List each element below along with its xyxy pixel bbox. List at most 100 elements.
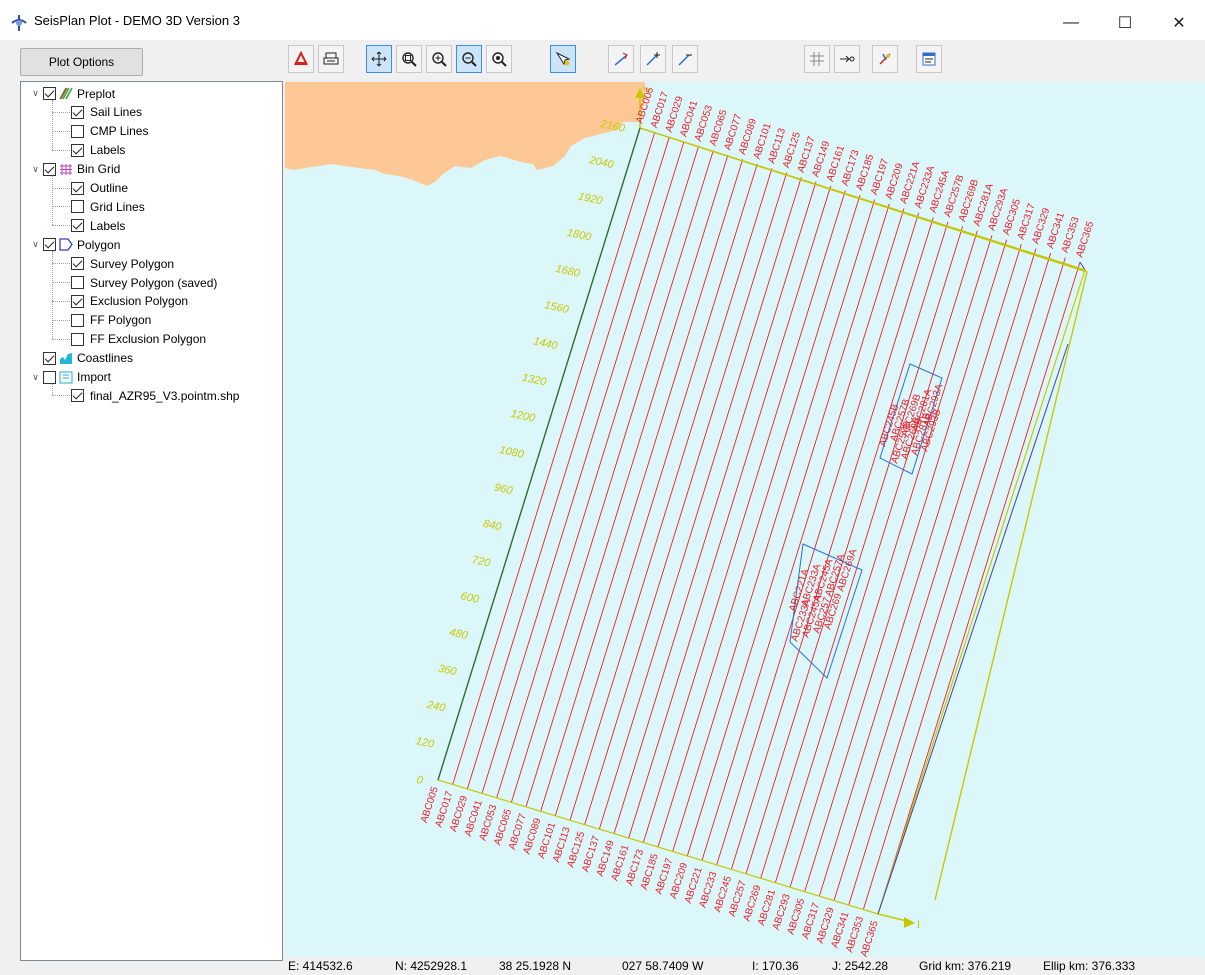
survey-plot[interactable]: JI01202403604806007208409601080120013201…: [285, 82, 1205, 957]
tree-node-ff-polygon[interactable]: FF Polygon: [71, 311, 151, 330]
sail-line[interactable]: [760, 226, 964, 879]
checkbox[interactable]: [43, 370, 56, 384]
tree-node-outline[interactable]: Outline: [71, 179, 128, 198]
tree-node-labels[interactable]: Labels: [71, 216, 125, 235]
tree-node-survey-polygon[interactable]: Survey Polygon: [71, 254, 174, 273]
close-button[interactable]: ✕: [1156, 8, 1202, 38]
pan-button[interactable]: [366, 45, 392, 73]
sail-line[interactable]: [540, 159, 744, 812]
grid-label: 960: [493, 482, 514, 498]
tree-node-exclusion-polygon[interactable]: Exclusion Polygon: [71, 292, 188, 311]
map-canvas[interactable]: J I 0 120 240 360 480 600 720 840 960 1080 1200 1320 1…: [285, 82, 1205, 957]
measure-button[interactable]: [872, 45, 898, 73]
export-pdf-button[interactable]: [288, 45, 314, 73]
status-j: J: 2542.28: [832, 959, 889, 973]
sail-line[interactable]: [584, 172, 788, 825]
sail-line[interactable]: [554, 163, 758, 816]
sail-line[interactable]: [848, 252, 1052, 906]
tree-node-sail-lines[interactable]: Sail Lines: [71, 103, 142, 122]
checkbox[interactable]: [71, 105, 84, 119]
expand-chevron-icon[interactable]: ∨: [30, 239, 41, 250]
tree-node-import[interactable]: ∨ Import: [30, 368, 111, 387]
expand-chevron-icon[interactable]: ∨: [30, 164, 41, 175]
grid-label: 1920: [577, 191, 604, 208]
sail-line[interactable]: [628, 185, 832, 839]
select-button[interactable]: [550, 45, 576, 73]
zoom-extents-button[interactable]: [486, 45, 512, 73]
sail-line[interactable]: [569, 168, 773, 821]
plot-options-button[interactable]: Plot Options: [20, 48, 143, 76]
bin-grid-outline[interactable]: [437, 127, 1086, 915]
goto-point-button[interactable]: [834, 45, 860, 73]
tree-node-cmp-lines[interactable]: CMP Lines: [71, 122, 148, 141]
tree-node-label: Polygon: [77, 237, 121, 252]
sail-line[interactable]: [510, 150, 714, 803]
zoom-out-button[interactable]: [456, 45, 482, 73]
tree-node-label: Labels: [90, 143, 126, 158]
sail-line[interactable]: [862, 257, 1066, 910]
checkbox[interactable]: [71, 219, 84, 233]
properties-button[interactable]: [916, 45, 942, 73]
checkbox[interactable]: [71, 200, 84, 214]
sail-line[interactable]: [642, 190, 846, 843]
sail-line[interactable]: [716, 212, 920, 865]
expand-chevron-icon[interactable]: ∨: [30, 88, 41, 99]
preplot-icon: [59, 87, 77, 100]
tree-node-polygon[interactable]: ∨ Polygon: [30, 235, 120, 254]
tree-node-coastlines[interactable]: Coastlines: [30, 349, 133, 368]
line-add-button[interactable]: [640, 45, 666, 73]
sail-line[interactable]: [701, 208, 905, 861]
checkbox[interactable]: [71, 181, 84, 195]
tree-node-ff-exclusion-polygon[interactable]: FF Exclusion Polygon: [71, 330, 206, 349]
sail-line[interactable]: [525, 154, 729, 807]
maximize-button[interactable]: ☐: [1102, 8, 1148, 38]
sail-line[interactable]: [613, 181, 817, 834]
zoom-out-icon: [461, 51, 477, 67]
line-tool-button[interactable]: [608, 45, 634, 73]
sail-line[interactable]: [877, 261, 1081, 915]
checkbox[interactable]: [43, 87, 56, 100]
checkbox[interactable]: [71, 257, 84, 271]
tree-node-survey-polygon-saved[interactable]: Survey Polygon (saved): [71, 273, 217, 292]
goto-icon: [839, 51, 855, 67]
checkbox[interactable]: [71, 143, 84, 157]
sail-line[interactable]: [452, 132, 656, 785]
sail-line[interactable]: [833, 248, 1037, 901]
sail-line[interactable]: [686, 203, 890, 857]
checkbox[interactable]: [71, 389, 84, 403]
tree-node-label: Labels: [90, 218, 126, 233]
layer-tree[interactable]: ∨ Preplot Sail Lines CMP Lines Labels ∨ Bin Gr…: [20, 81, 283, 961]
checkbox[interactable]: [43, 238, 56, 252]
checkbox[interactable]: [43, 351, 56, 365]
checkbox[interactable]: [71, 313, 84, 327]
tree-node-preplot[interactable]: ∨ Preplot: [30, 84, 115, 103]
line-tool-icon: [613, 51, 629, 67]
tree-node-labels[interactable]: Labels: [71, 141, 125, 160]
checkbox[interactable]: [71, 332, 84, 346]
checkbox[interactable]: [71, 276, 84, 289]
tree-node-final-azr95-v3-pointm-shp[interactable]: final_AZR95_V3.pointm.shp: [71, 386, 239, 405]
checkbox[interactable]: [71, 124, 84, 138]
zoom-window-button[interactable]: [396, 45, 422, 73]
sail-line[interactable]: [672, 199, 876, 852]
line-remove-button[interactable]: [672, 45, 698, 73]
sail-line[interactable]: [598, 177, 802, 830]
sail-line[interactable]: [657, 194, 861, 848]
zoom-in-button[interactable]: [426, 45, 452, 73]
checkbox[interactable]: [43, 162, 56, 176]
bin-grid-icon: [59, 163, 77, 176]
sail-line[interactable]: [745, 221, 949, 874]
tree-node-grid-lines[interactable]: Grid Lines: [71, 197, 145, 216]
minimize-button[interactable]: —: [1048, 8, 1094, 38]
checkbox[interactable]: [71, 294, 84, 308]
coastline-icon: [59, 352, 77, 365]
sail-line[interactable]: [730, 217, 934, 870]
status-northing: N: 4252928.1: [395, 959, 468, 973]
grid-toggle-button[interactable]: [804, 45, 830, 73]
print-icon: [323, 51, 339, 67]
sail-line[interactable]: [496, 145, 700, 798]
sail-line[interactable]: [774, 230, 978, 883]
print-button[interactable]: [318, 45, 344, 73]
expand-chevron-icon[interactable]: ∨: [30, 372, 41, 383]
tree-node-bin-grid[interactable]: ∨ Bin Grid: [30, 160, 120, 179]
